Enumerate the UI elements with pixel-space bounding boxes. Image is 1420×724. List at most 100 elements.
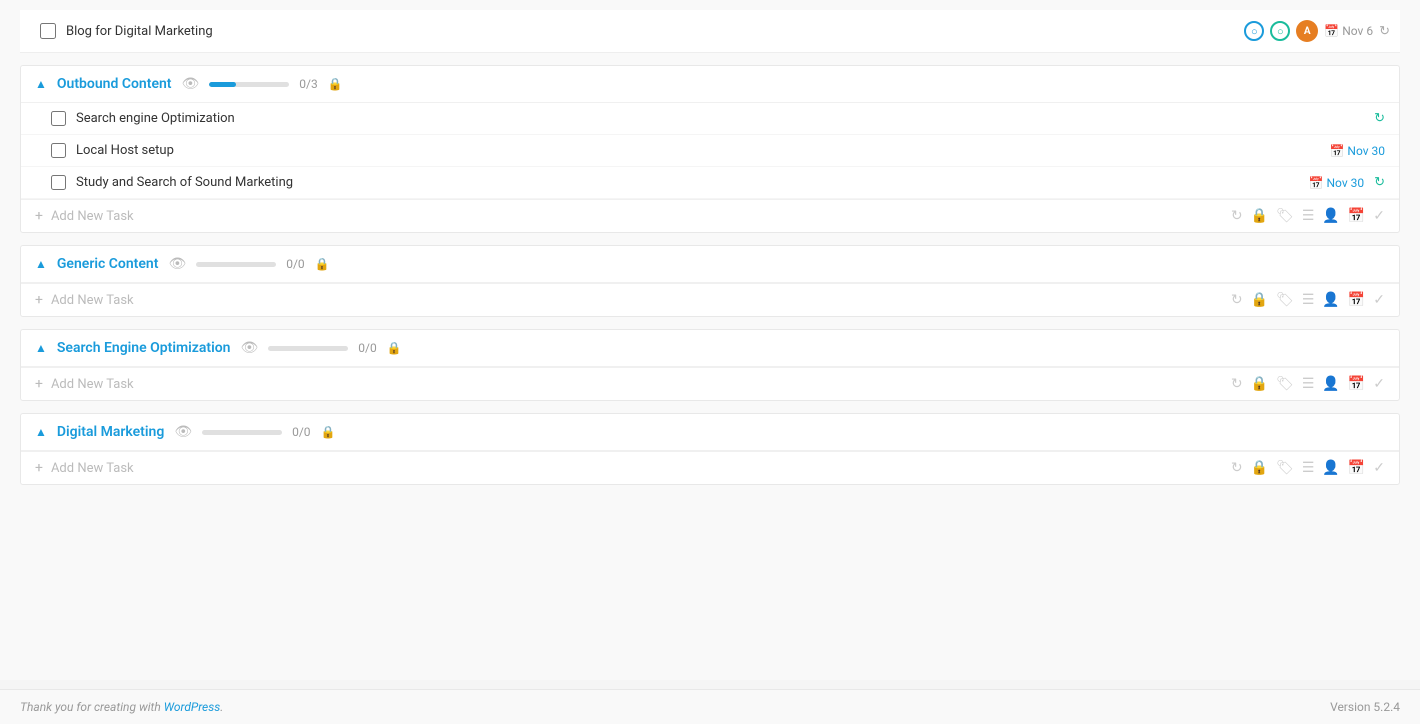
add-task-row-outbound[interactable]: + Add New Task ↻ 🔒 🏷 ☰ 👤 📅 ✓ (21, 199, 1399, 232)
section-title-outbound: Outbound Content (57, 76, 172, 92)
action-calendar-digital[interactable]: 📅 (1348, 460, 1365, 476)
add-plus-icon-search: + (35, 376, 43, 392)
add-task-row-search[interactable]: + Add New Task ↻ 🔒 🏷 ☰ 👤 📅 ✓ (21, 367, 1399, 400)
circle-icon-1: ○ (1244, 21, 1264, 41)
action-refresh-search[interactable]: ↻ (1231, 376, 1243, 392)
progress-text-outbound: 0/3 (299, 77, 317, 91)
eye-icon-generic[interactable]: 👁 (168, 256, 186, 272)
footer-wp-link[interactable]: WordPress (164, 700, 221, 714)
add-task-label-digital: Add New Task (51, 461, 1223, 476)
refresh-icon-top[interactable]: ↻ (1379, 24, 1390, 39)
add-task-row-digital[interactable]: + Add New Task ↻ 🔒 🏷 ☰ 👤 📅 ✓ (21, 451, 1399, 484)
task-name-localhost: Local Host setup (76, 143, 1319, 158)
section-title-search: Search Engine Optimization (57, 340, 231, 356)
date-sound: 📅 Nov 30 (1309, 176, 1365, 190)
action-list-search[interactable]: ☰ (1302, 376, 1315, 392)
action-tag-generic[interactable]: 🏷 (1276, 292, 1294, 308)
lock-icon-digital[interactable]: 🔒 (321, 425, 336, 439)
action-person-outbound[interactable]: 👤 (1322, 208, 1339, 224)
section-digital-marketing: ▲ Digital Marketing 👁 0/0 🔒 + Add New Ta… (20, 413, 1400, 485)
section-search-engine: ▲ Search Engine Optimization 👁 0/0 🔒 + A… (20, 329, 1400, 401)
add-task-actions-search: ↻ 🔒 🏷 ☰ 👤 📅 ✓ (1231, 376, 1385, 392)
action-tag-outbound[interactable]: 🏷 (1276, 208, 1294, 224)
toggle-outbound[interactable]: ▲ (35, 77, 47, 91)
date-localhost: 📅 Nov 30 (1329, 144, 1385, 158)
action-check-generic[interactable]: ✓ (1373, 292, 1385, 308)
task-row-localhost: Local Host setup 📅 Nov 30 (21, 135, 1399, 167)
progress-bar-digital (202, 430, 282, 435)
eye-icon-digital[interactable]: 👁 (174, 424, 192, 440)
toggle-search[interactable]: ▲ (35, 341, 47, 355)
refresh-icon-sound[interactable]: ↻ (1374, 175, 1385, 190)
section-generic-content: ▲ Generic Content 👁 0/0 🔒 + Add New Task… (20, 245, 1400, 317)
section-header-digital[interactable]: ▲ Digital Marketing 👁 0/0 🔒 (21, 414, 1399, 451)
action-tag-search[interactable]: 🏷 (1276, 376, 1294, 392)
progress-text-digital: 0/0 (292, 425, 310, 439)
section-title-digital: Digital Marketing (57, 424, 164, 440)
section-header-outbound[interactable]: ▲ Outbound Content 👁 0/3 🔒 (21, 66, 1399, 103)
top-task-checkbox[interactable] (40, 23, 56, 39)
add-task-actions-digital: ↻ 🔒 🏷 ☰ 👤 📅 ✓ (1231, 460, 1385, 476)
progress-bar-outbound (209, 82, 289, 87)
refresh-icon-seo[interactable]: ↻ (1374, 111, 1385, 126)
progress-bar-generic (196, 262, 276, 267)
cal-icon-sound: 📅 (1309, 176, 1324, 190)
task-row-sound: Study and Search of Sound Marketing 📅 No… (21, 167, 1399, 199)
action-refresh-digital[interactable]: ↻ (1231, 460, 1243, 476)
action-check-search[interactable]: ✓ (1373, 376, 1385, 392)
add-task-actions-generic: ↻ 🔒 🏷 ☰ 👤 📅 ✓ (1231, 292, 1385, 308)
add-task-actions-outbound: ↻ 🔒 🏷 ☰ 👤 📅 ✓ (1231, 208, 1385, 224)
task-name-sound: Study and Search of Sound Marketing (76, 175, 1299, 190)
action-lock-outbound[interactable]: 🔒 (1251, 208, 1268, 224)
add-task-label-search: Add New Task (51, 377, 1223, 392)
action-list-generic[interactable]: ☰ (1302, 292, 1315, 308)
top-task-row: Blog for Digital Marketing ○ ○ A 📅 Nov 6… (20, 10, 1400, 53)
action-refresh-generic[interactable]: ↻ (1231, 292, 1243, 308)
progress-text-generic: 0/0 (286, 257, 304, 271)
action-lock-search[interactable]: 🔒 (1251, 376, 1268, 392)
action-calendar-search[interactable]: 📅 (1348, 376, 1365, 392)
action-tag-digital[interactable]: 🏷 (1276, 460, 1294, 476)
action-person-search[interactable]: 👤 (1322, 376, 1339, 392)
section-header-generic[interactable]: ▲ Generic Content 👁 0/0 🔒 (21, 246, 1399, 283)
action-calendar-generic[interactable]: 📅 (1348, 292, 1365, 308)
task-name-seo: Search engine Optimization (76, 111, 1364, 126)
action-calendar-outbound[interactable]: 📅 (1348, 208, 1365, 224)
eye-icon-outbound[interactable]: 👁 (182, 76, 200, 92)
progress-text-search: 0/0 (358, 341, 376, 355)
add-plus-icon-generic: + (35, 292, 43, 308)
avatar-icon: A (1296, 20, 1318, 42)
section-header-search[interactable]: ▲ Search Engine Optimization 👁 0/0 🔒 (21, 330, 1399, 367)
action-check-outbound[interactable]: ✓ (1373, 208, 1385, 224)
lock-icon-outbound[interactable]: 🔒 (328, 77, 343, 91)
lock-icon-generic[interactable]: 🔒 (315, 257, 330, 271)
progress-bar-search (268, 346, 348, 351)
footer-version: Version 5.2.4 (1330, 700, 1400, 714)
add-task-label-generic: Add New Task (51, 293, 1223, 308)
task-checkbox-localhost[interactable] (51, 143, 66, 158)
task-checkbox-sound[interactable] (51, 175, 66, 190)
action-lock-generic[interactable]: 🔒 (1251, 292, 1268, 308)
top-task-date: 📅 Nov 6 (1324, 24, 1373, 38)
eye-icon-search[interactable]: 👁 (241, 340, 259, 356)
action-check-digital[interactable]: ✓ (1373, 460, 1385, 476)
section-outbound-content: ▲ Outbound Content 👁 0/3 🔒 Search engine… (20, 65, 1400, 233)
action-person-digital[interactable]: 👤 (1322, 460, 1339, 476)
task-row-seo: Search engine Optimization ↻ (21, 103, 1399, 135)
cal-icon-localhost: 📅 (1329, 144, 1344, 158)
calendar-icon-top: 📅 (1324, 24, 1339, 38)
action-list-outbound[interactable]: ☰ (1302, 208, 1315, 224)
toggle-digital[interactable]: ▲ (35, 425, 47, 439)
progress-fill-outbound (209, 82, 235, 87)
top-task-icons: ○ ○ A 📅 Nov 6 ↻ (1244, 20, 1390, 42)
toggle-generic[interactable]: ▲ (35, 257, 47, 271)
task-checkbox-seo[interactable] (51, 111, 66, 126)
action-lock-digital[interactable]: 🔒 (1251, 460, 1268, 476)
action-person-generic[interactable]: 👤 (1322, 292, 1339, 308)
action-list-digital[interactable]: ☰ (1302, 460, 1315, 476)
lock-icon-search[interactable]: 🔒 (387, 341, 402, 355)
add-task-row-generic[interactable]: + Add New Task ↻ 🔒 🏷 ☰ 👤 📅 ✓ (21, 283, 1399, 316)
action-refresh-outbound[interactable]: ↻ (1231, 208, 1243, 224)
section-title-generic: Generic Content (57, 256, 159, 272)
top-task-name: Blog for Digital Marketing (66, 24, 1234, 39)
